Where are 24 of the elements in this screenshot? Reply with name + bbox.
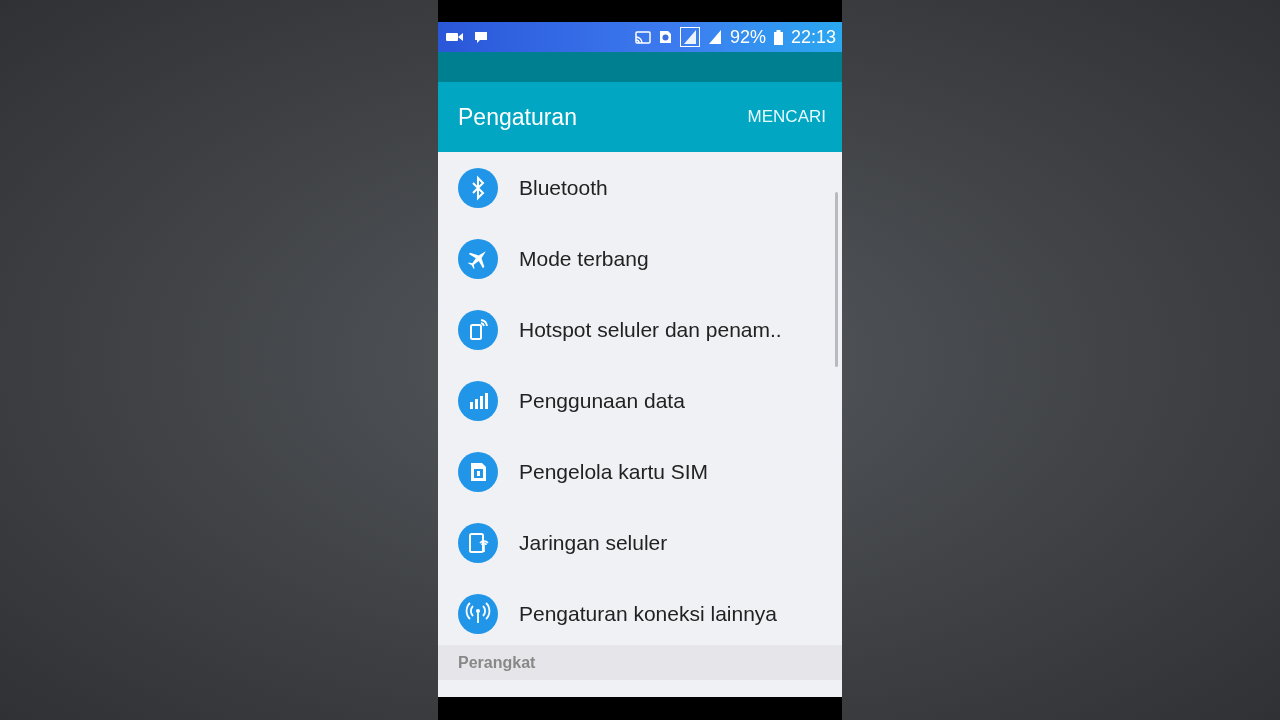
phone-signal-icon: [458, 309, 498, 350]
bluetooth-icon: [458, 167, 498, 208]
bar-chart-icon: [458, 380, 498, 421]
sim-card-icon: [458, 451, 498, 492]
signal-icon: [679, 27, 700, 47]
signal-icon: [707, 29, 722, 45]
section-header: Perangkat: [438, 645, 842, 680]
battery-percentage: 92%: [729, 26, 766, 48]
phone-antenna-icon: [458, 522, 498, 563]
chat-icon: [474, 30, 488, 44]
antenna-icon: [458, 593, 498, 634]
settings-item[interactable]: Hotspot seluler dan penam..: [438, 294, 842, 365]
cast-icon: [634, 30, 651, 44]
settings-item[interactable]: Jaringan seluler: [438, 507, 842, 578]
settings-item[interactable]: Pengelola kartu SIM: [438, 436, 842, 507]
video-icon: [446, 32, 464, 42]
settings-item[interactable]: Penggunaan data: [438, 365, 842, 436]
sim-icon: [658, 30, 672, 44]
settings-item[interactable]: Bluetooth: [438, 152, 842, 223]
airplane-icon: [458, 238, 498, 279]
screen-title: Pengaturan: [458, 103, 577, 131]
clock: 22:13: [790, 26, 836, 48]
battery-icon: [773, 29, 783, 45]
settings-item[interactable]: Mode terbang: [438, 223, 842, 294]
